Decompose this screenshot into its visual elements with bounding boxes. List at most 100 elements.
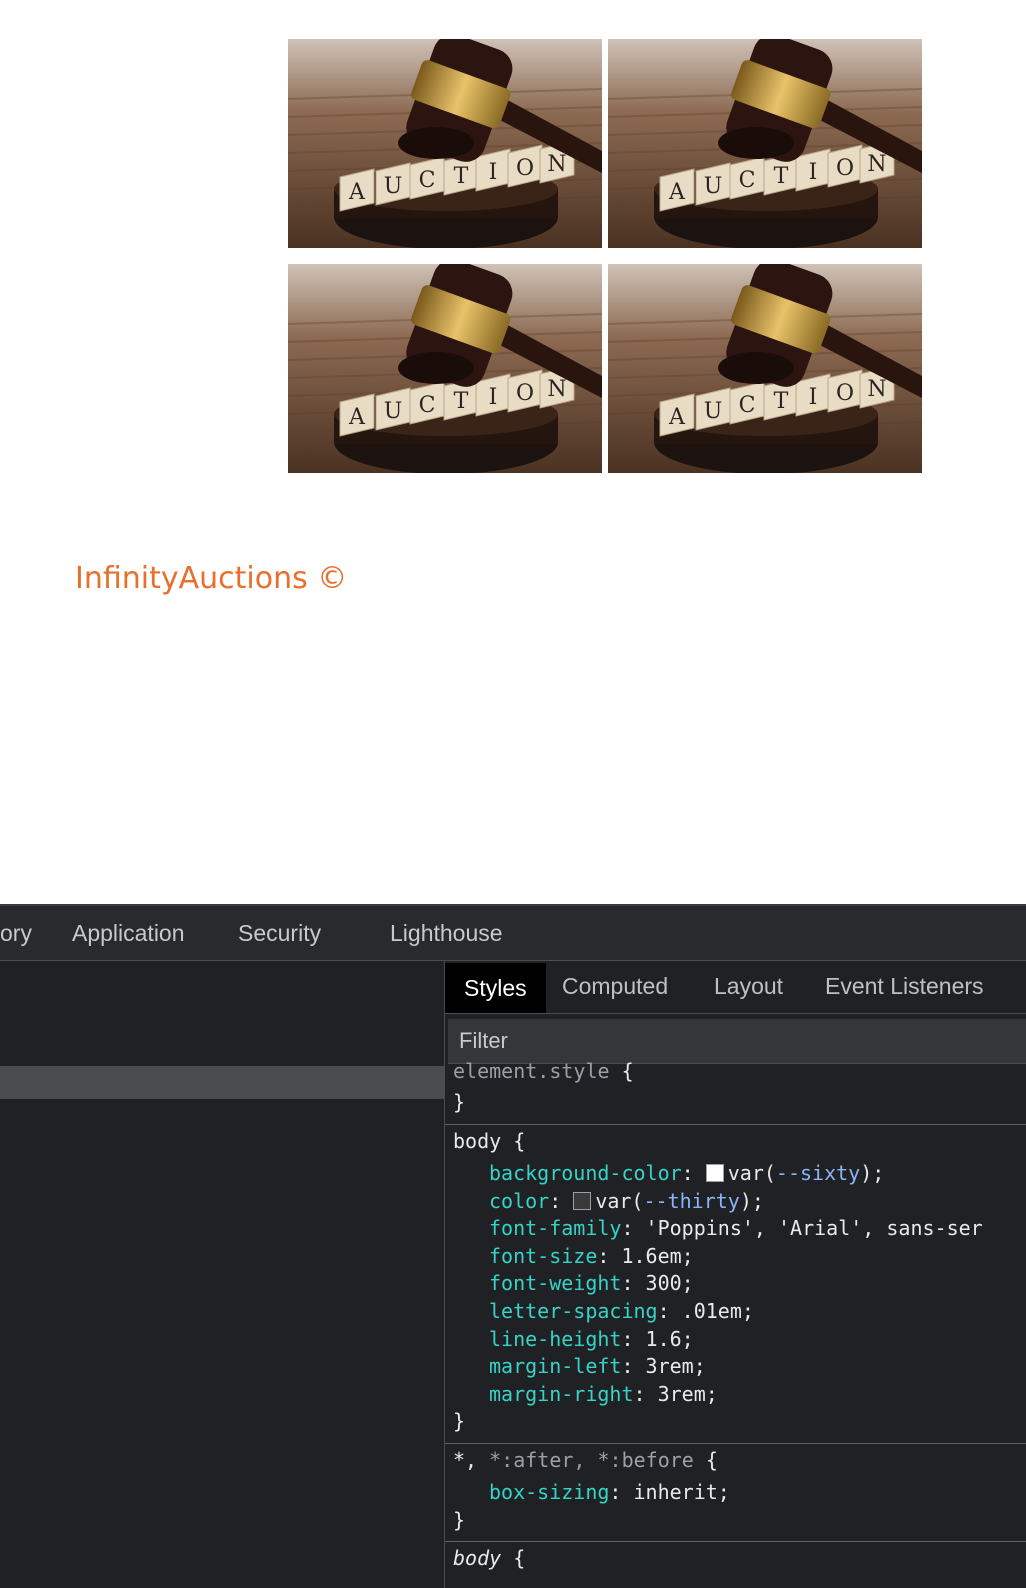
svg-text:C: C [739, 168, 756, 193]
rule-divider [445, 1541, 1026, 1542]
tab-memory[interactable]: ory [0, 920, 32, 947]
rule-selector[interactable]: body [453, 1546, 501, 1570]
rule-open-brace: { [705, 1448, 718, 1472]
declaration-margin-right[interactable]: margin-right: 3rem; [489, 1380, 718, 1408]
devtools-top-tabbar: ory Application Security Lighthouse [0, 904, 1026, 961]
svg-text:T: T [774, 389, 789, 414]
property-value: 3rem; [657, 1382, 718, 1406]
colon: : [681, 1161, 694, 1185]
property-value: 1.6em; [621, 1244, 694, 1268]
selected-node-row[interactable] [0, 1066, 444, 1099]
declaration-margin-left[interactable]: margin-left: 3rem; [489, 1352, 706, 1380]
value-prefix: var( [727, 1161, 776, 1185]
property-value: inherit; [633, 1480, 730, 1504]
property-name: font-size [489, 1244, 598, 1268]
property-name: letter-spacing [489, 1299, 658, 1323]
svg-text:I: I [809, 160, 818, 185]
color-swatch[interactable] [705, 1164, 724, 1182]
auction-gavel-image: AUCTION [608, 264, 922, 473]
property-name: background-color [489, 1161, 682, 1185]
rule-selector-pseudo[interactable]: *:after, *:before [489, 1448, 694, 1472]
property-value: 1.6; [645, 1327, 694, 1351]
property-name: color [489, 1189, 550, 1213]
auction-gavel-image: AUCTION [288, 39, 602, 248]
rule-selector-star[interactable]: *, [453, 1448, 477, 1472]
colon: : [621, 1271, 634, 1295]
gavel-illustration: AUCTION [608, 39, 922, 248]
gavel-illustration: AUCTION [608, 264, 922, 473]
styles-sidebar: Styles Computed Layout Event Listeners F… [445, 961, 1026, 1588]
auction-gavel-image: AUCTION [608, 39, 922, 248]
declaration-line-height[interactable]: line-height: 1.6; [489, 1325, 694, 1353]
sidebar-tabbar: Styles Computed Layout Event Listeners [445, 961, 1026, 1014]
declaration-font-family[interactable]: font-family: 'Poppins', 'Arial', sans-se… [489, 1214, 983, 1242]
svg-text:N: N [547, 152, 566, 177]
svg-text:U: U [384, 174, 403, 199]
svg-text:U: U [704, 399, 723, 424]
rule-open-brace: { [621, 1059, 634, 1083]
svg-text:C: C [419, 168, 436, 193]
declaration-background-color[interactable]: background-color: var(--sixty); [489, 1159, 884, 1187]
colon: : [609, 1480, 622, 1504]
declaration-color[interactable]: color: var(--thirty); [489, 1187, 764, 1215]
declaration-font-size[interactable]: font-size: 1.6em; [489, 1242, 694, 1270]
svg-text:C: C [419, 393, 436, 418]
colon: : [621, 1216, 634, 1240]
svg-text:O: O [836, 156, 854, 181]
gavel-illustration: AUCTION [288, 264, 602, 473]
rule-close-brace: } [453, 1409, 466, 1433]
svg-text:U: U [384, 399, 403, 424]
tab-event-listeners[interactable]: Event Listeners [825, 973, 984, 1000]
svg-text:C: C [739, 393, 756, 418]
tab-styles[interactable]: Styles [445, 963, 546, 1013]
declaration-font-weight[interactable]: font-weight: 300; [489, 1269, 694, 1297]
colon: : [621, 1327, 634, 1351]
tab-application[interactable]: Application [72, 920, 185, 947]
rule-open-brace: { [513, 1129, 526, 1153]
rule-divider [445, 1124, 1026, 1125]
svg-text:N: N [867, 377, 886, 402]
colon: : [597, 1244, 610, 1268]
filter-placeholder: Filter [459, 1028, 508, 1053]
value-prefix: var( [595, 1189, 644, 1213]
svg-text:A: A [348, 405, 366, 430]
rule-selector[interactable]: body [453, 1129, 501, 1153]
rule-divider [445, 1443, 1026, 1444]
auction-gavel-image: AUCTION [288, 264, 602, 473]
property-name: font-weight [489, 1271, 622, 1295]
rule-open-brace: { [513, 1546, 526, 1570]
svg-text:O: O [516, 156, 534, 181]
css-variable[interactable]: --sixty [776, 1161, 860, 1185]
declaration-box-sizing[interactable]: box-sizing: inherit; [489, 1478, 730, 1506]
svg-text:T: T [774, 164, 789, 189]
svg-text:I: I [809, 385, 818, 410]
webpage-viewport: AUCTION AUCTION AUCTION AUCTION Infinity… [0, 0, 1026, 904]
tab-layout[interactable]: Layout [714, 973, 783, 1000]
property-value: .01em; [681, 1299, 754, 1323]
svg-text:O: O [836, 381, 854, 406]
elements-tree-pane[interactable] [0, 961, 445, 1588]
colon: : [549, 1189, 562, 1213]
svg-text:U: U [704, 174, 723, 199]
property-name: box-sizing [489, 1480, 610, 1504]
color-swatch[interactable] [573, 1192, 592, 1210]
svg-text:A: A [348, 180, 366, 205]
tab-lighthouse[interactable]: Lighthouse [390, 920, 503, 947]
rule-close-brace: } [453, 1090, 466, 1114]
property-value: 300; [645, 1271, 694, 1295]
property-name: font-family [489, 1216, 622, 1240]
declaration-letter-spacing[interactable]: letter-spacing: .01em; [489, 1297, 754, 1325]
property-name: margin-right [489, 1382, 634, 1406]
devtools-panel: ory Application Security Lighthouse Styl… [0, 904, 1026, 1588]
colon: : [621, 1354, 634, 1378]
value-suffix: ); [860, 1161, 885, 1185]
tab-computed[interactable]: Computed [562, 973, 668, 1000]
svg-text:T: T [454, 164, 469, 189]
css-variable[interactable]: --thirty [643, 1189, 739, 1213]
svg-text:I: I [489, 385, 498, 410]
svg-text:N: N [867, 152, 886, 177]
svg-text:T: T [454, 389, 469, 414]
tab-security[interactable]: Security [238, 920, 321, 947]
svg-text:N: N [547, 377, 566, 402]
property-name: margin-left [489, 1354, 622, 1378]
